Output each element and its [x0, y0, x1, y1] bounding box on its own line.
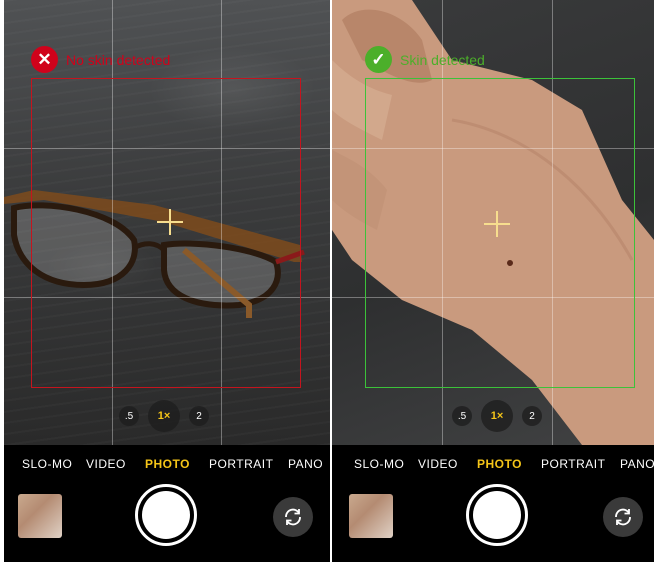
camera-panel-no-skin: ✕ No skin detected .5 1× 2 SLO-MO VIDEO … [4, 0, 330, 562]
status-indicator: ✕ No skin detected [31, 46, 170, 73]
mode-photo[interactable]: PHOTO [145, 457, 190, 471]
shutter-button[interactable] [135, 484, 197, 546]
status-text: No skin detected [66, 51, 171, 68]
rotate-camera-icon [615, 508, 631, 526]
mode-video[interactable]: VIDEO [86, 457, 126, 471]
mode-pano[interactable]: PANO [288, 457, 323, 471]
flip-camera-button[interactable] [603, 497, 643, 537]
focus-crosshair [157, 209, 183, 235]
zoom-0-5-button[interactable]: .5 [119, 406, 139, 426]
status-text: Skin detected [400, 51, 485, 68]
mode-portrait[interactable]: PORTRAIT [209, 457, 273, 471]
mode-slo-mo[interactable]: SLO-MO [22, 457, 72, 471]
mode-video[interactable]: VIDEO [418, 457, 458, 471]
check-icon: ✓ [365, 46, 392, 73]
mode-portrait[interactable]: PORTRAIT [541, 457, 605, 471]
zoom-1x-button[interactable]: 1× [148, 400, 180, 432]
zoom-selector: .5 1× 2 [119, 400, 209, 432]
mode-photo[interactable]: PHOTO [477, 457, 522, 471]
mode-slo-mo[interactable]: SLO-MO [354, 457, 404, 471]
rotate-camera-icon [285, 508, 301, 526]
focus-crosshair [484, 211, 510, 237]
last-photo-thumbnail[interactable] [18, 494, 62, 538]
last-photo-thumbnail[interactable] [349, 494, 393, 538]
mode-selector: SLO-MO VIDEO PHOTO PORTRAIT PANO [4, 457, 330, 473]
zoom-2x-button[interactable]: 2 [189, 406, 209, 426]
zoom-1x-button[interactable]: 1× [481, 400, 513, 432]
zoom-2x-button[interactable]: 2 [522, 406, 542, 426]
camera-controls: SLO-MO VIDEO PHOTO PORTRAIT PANO [332, 445, 654, 562]
shutter-inner [473, 491, 521, 539]
viewfinder: ✓ Skin detected .5 1× 2 [332, 0, 654, 445]
mode-selector: SLO-MO VIDEO PHOTO PORTRAIT PANO [332, 457, 654, 473]
zoom-0-5-button[interactable]: .5 [452, 406, 472, 426]
shutter-button[interactable] [466, 484, 528, 546]
camera-panel-skin: ✓ Skin detected .5 1× 2 SLO-MO VIDEO PHO… [332, 0, 654, 562]
close-icon: ✕ [31, 46, 58, 73]
viewfinder: ✕ No skin detected .5 1× 2 [4, 0, 330, 445]
flip-camera-button[interactable] [273, 497, 313, 537]
shutter-inner [142, 491, 190, 539]
mode-pano[interactable]: PANO [620, 457, 654, 471]
zoom-selector: .5 1× 2 [452, 400, 542, 432]
camera-controls: SLO-MO VIDEO PHOTO PORTRAIT PANO [4, 445, 330, 562]
status-indicator: ✓ Skin detected [365, 46, 485, 73]
